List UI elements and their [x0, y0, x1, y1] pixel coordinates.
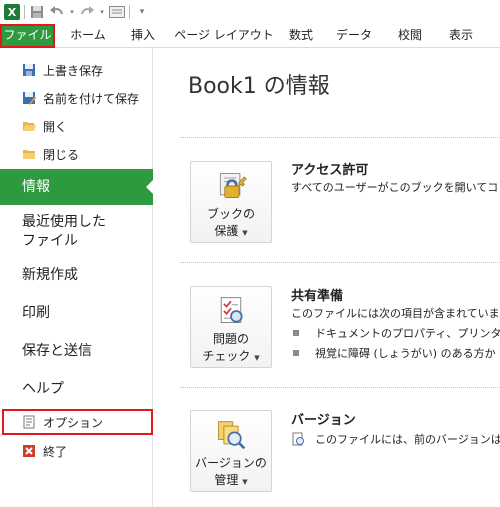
- save-icon: [22, 63, 36, 77]
- section-divider: [180, 137, 500, 138]
- save-as-command[interactable]: 名前を付けて保存: [0, 86, 153, 110]
- versions-text-row: このファイルには、前のバージョンはあ: [291, 431, 500, 447]
- exit-command[interactable]: 終了: [0, 439, 153, 463]
- close-command[interactable]: 閉じる: [0, 142, 153, 166]
- versions-heading: バージョン: [291, 413, 356, 428]
- chevron-down-icon: ▼: [242, 229, 248, 237]
- protect-workbook-label-2: 保護 ▼: [214, 224, 248, 238]
- excel-app-icon[interactable]: X: [4, 4, 20, 20]
- close-label: 閉じる: [43, 147, 80, 162]
- exit-label: 終了: [43, 444, 68, 459]
- backstage-nav: 上書き保存 名前を付けて保存 開く 閉じる 情報 最近使用した ファイル 新規作…: [0, 48, 154, 507]
- chevron-down-icon[interactable]: ▾: [99, 4, 105, 20]
- permissions-heading: アクセス許可: [291, 163, 369, 178]
- prepare-bullet: 視覚に障碍 (しょうがい) のある方か: [293, 345, 496, 361]
- bullet-square: [293, 330, 299, 336]
- nav-new[interactable]: 新規作成: [0, 266, 153, 285]
- info-panel: Book1 の情報 ブックの 保護 ▼ アクセス許可 すべてのユーザーがこのブッ…: [154, 48, 500, 507]
- check-issues-label-2: チェック ▼: [202, 349, 260, 363]
- close-folder-icon: [22, 147, 36, 161]
- manage-versions-button[interactable]: バージョンの 管理 ▼: [190, 410, 272, 492]
- protect-workbook-label-1: ブックの: [206, 207, 255, 221]
- customize-icon[interactable]: ▾: [134, 4, 150, 20]
- tab-review[interactable]: 校閲: [386, 24, 434, 48]
- tab-file[interactable]: ファイル: [0, 24, 55, 48]
- save-as-icon: [22, 91, 36, 105]
- nav-info[interactable]: 情報: [0, 169, 154, 205]
- check-issues-label-1: 問題の: [212, 332, 249, 346]
- chevron-down-icon: ▼: [242, 478, 248, 486]
- toolbar-separator: [24, 5, 25, 19]
- toolbar-separator: [129, 5, 130, 19]
- nav-help[interactable]: ヘルプ: [0, 380, 153, 399]
- bullet-square: [293, 350, 299, 356]
- protect-lock-icon: [219, 173, 247, 198]
- tab-insert[interactable]: 挿入: [118, 24, 168, 48]
- page-title: Book1 の情報: [188, 74, 330, 99]
- exit-icon: [22, 444, 36, 458]
- tab-data[interactable]: データ: [328, 24, 380, 48]
- check-document-icon: [220, 297, 243, 323]
- prepare-text: このファイルには次の項目が含まれていま: [291, 307, 500, 320]
- permissions-text: すべてのユーザーがこのブックを開いてコピ: [291, 181, 500, 194]
- options-icon: [22, 415, 36, 429]
- ribbon-tabs: ファイル ホーム 挿入 ページ レイアウト 数式 データ 校閲 表示: [0, 24, 500, 48]
- check-issues-button[interactable]: 問題の チェック ▼: [190, 286, 272, 368]
- manage-versions-label-2: 管理 ▼: [214, 473, 248, 487]
- nav-recent[interactable]: 最近使用した ファイル: [0, 213, 153, 251]
- prepare-heading: 共有準備: [291, 289, 344, 304]
- save-command[interactable]: 上書き保存: [0, 58, 153, 82]
- options-command[interactable]: オプション: [0, 410, 153, 434]
- redo-icon[interactable]: [79, 4, 95, 20]
- tab-view[interactable]: 表示: [440, 24, 482, 48]
- manage-versions-label-1: バージョンの: [195, 456, 267, 470]
- undo-icon[interactable]: [49, 4, 65, 20]
- nav-save-send[interactable]: 保存と送信: [0, 342, 153, 361]
- open-folder-icon: [22, 119, 36, 133]
- active-arrow: [146, 179, 154, 195]
- section-divider: [180, 262, 500, 263]
- tab-home[interactable]: ホーム: [62, 24, 114, 48]
- open-label: 開く: [43, 119, 68, 134]
- version-document-icon: [291, 432, 305, 446]
- save-label: 上書き保存: [43, 63, 104, 78]
- form-icon[interactable]: [109, 4, 125, 20]
- open-command[interactable]: 開く: [0, 114, 153, 138]
- quick-access-toolbar: X ▾ ▾ ▾: [0, 0, 500, 24]
- section-divider: [180, 387, 500, 388]
- nav-info-label: 情報: [22, 178, 50, 195]
- chevron-down-icon: ▼: [254, 354, 260, 362]
- prepare-bullet: ドキュメントのプロパティ、プリンターの: [293, 325, 500, 341]
- manage-versions-icon: [218, 421, 246, 450]
- versions-text: このファイルには、前のバージョンはあ: [315, 433, 500, 446]
- options-label: オプション: [43, 415, 104, 430]
- protect-workbook-button[interactable]: ブックの 保護 ▼: [190, 161, 272, 243]
- save-icon[interactable]: [29, 4, 45, 20]
- tab-page-layout[interactable]: ページ レイアウト: [172, 24, 276, 48]
- tab-formulas[interactable]: 数式: [280, 24, 322, 48]
- save-as-label: 名前を付けて保存: [43, 91, 140, 106]
- chevron-down-icon[interactable]: ▾: [69, 4, 75, 20]
- nav-print[interactable]: 印刷: [0, 304, 153, 323]
